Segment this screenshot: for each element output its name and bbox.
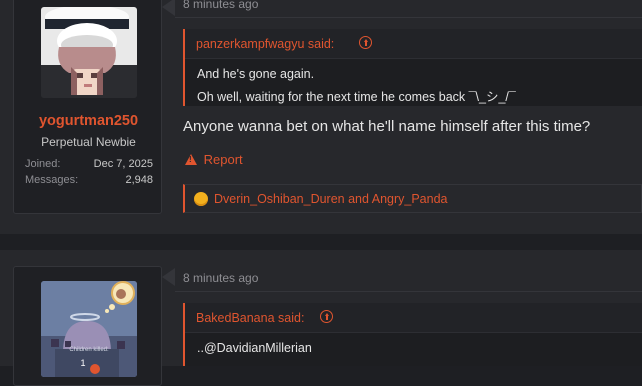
stat-value: 2,948 <box>125 174 153 186</box>
post-timestamp[interactable]: 8 minutes ago <box>183 271 258 285</box>
post: Children killed: 1 8 minutes ago BakedBa… <box>0 250 642 386</box>
user-title: Perpetual Newbie <box>41 135 136 149</box>
avatar-count: 1 <box>80 358 86 368</box>
quote-jump-icon[interactable] <box>359 36 372 49</box>
post: yogurtman250 Perpetual Newbie Joined: De… <box>0 0 642 234</box>
quote-jump-icon[interactable] <box>320 310 333 323</box>
divider <box>175 291 642 292</box>
quote-block: panzerkampfwagyu said: And he's gone aga… <box>183 29 642 106</box>
quote-author[interactable]: panzerkampfwagyu said: <box>196 37 334 51</box>
avatar-caption: Children killed: <box>69 347 109 353</box>
user-info: yogurtman250 Perpetual Newbie Joined: De… <box>13 0 162 214</box>
reactions-bar[interactable]: Dverin_Oshiban_Duren and Angry_Panda <box>183 184 642 213</box>
quote-author[interactable]: BakedBanana said: <box>196 311 304 325</box>
avatar-image <box>41 7 137 98</box>
quote-header: BakedBanana said: <box>185 303 642 333</box>
user-cell-arrow <box>162 268 175 286</box>
report-link[interactable]: Report <box>185 152 243 167</box>
user-info: Children killed: 1 <box>13 266 162 386</box>
post-message: Anyone wanna bet on what he'll name hims… <box>183 118 591 135</box>
stat-label: Joined: <box>25 158 61 170</box>
quote-line: Oh well, waiting for the next time he co… <box>197 90 516 104</box>
report-label: Report <box>203 152 243 167</box>
username[interactable]: yogurtman250 <box>14 113 163 129</box>
quote-line: And he's gone again. <box>197 67 315 81</box>
avatar[interactable] <box>41 7 137 98</box>
quote-block: BakedBanana said: ..@DavidianMillerian <box>183 303 642 366</box>
divider <box>175 17 642 18</box>
stat-value: Dec 7, 2025 <box>93 158 153 170</box>
stat-label: Messages: <box>25 174 79 186</box>
report-warning-icon <box>185 154 197 165</box>
reaction-laugh-icon <box>194 192 208 206</box>
user-cell-arrow <box>162 0 175 16</box>
quote-header: panzerkampfwagyu said: <box>185 29 642 59</box>
post-timestamp[interactable]: 8 minutes ago <box>183 0 258 11</box>
reactions-list[interactable]: Dverin_Oshiban_Duren and Angry_Panda <box>214 192 448 206</box>
avatar[interactable]: Children killed: 1 <box>41 281 137 377</box>
quote-line: ..@DavidianMillerian <box>197 341 312 355</box>
